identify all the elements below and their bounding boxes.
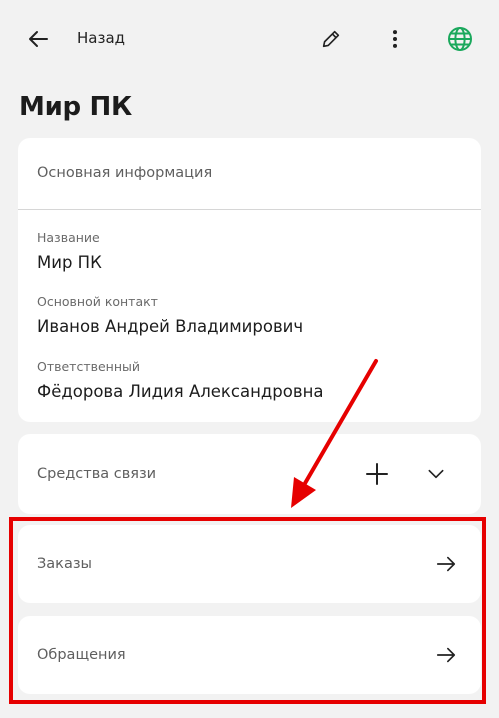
responsible-label: Ответственный	[37, 359, 141, 374]
orders-card[interactable]: Заказы	[18, 525, 481, 603]
page-title: Мир ПК	[19, 92, 132, 122]
divider	[18, 209, 481, 210]
globe-button[interactable]	[442, 21, 478, 57]
name-value: Мир ПК	[37, 253, 102, 272]
chevron-down-icon	[428, 469, 444, 479]
orders-open-button[interactable]	[433, 551, 459, 577]
contacts-card[interactable]: Средства связи	[18, 434, 481, 514]
back-label[interactable]: Назад	[77, 29, 125, 47]
orders-title: Заказы	[37, 556, 92, 572]
pencil-icon	[322, 30, 340, 48]
more-options-button[interactable]	[378, 22, 412, 56]
back-button[interactable]	[22, 22, 56, 56]
plus-icon	[366, 463, 388, 485]
arrow-right-icon	[436, 647, 456, 663]
more-vertical-icon	[392, 30, 398, 48]
responsible-value[interactable]: Фёдорова Лидия Александровна	[37, 382, 323, 401]
arrow-right-icon	[436, 556, 456, 572]
edit-button[interactable]	[314, 22, 348, 56]
main-contact-value[interactable]: Иванов Андрей Владимирович	[37, 317, 303, 336]
name-label: Название	[37, 230, 100, 245]
main-contact-label: Основной контакт	[37, 294, 158, 309]
back-arrow-icon	[29, 31, 48, 47]
appeals-open-button[interactable]	[433, 642, 459, 668]
top-bar: Назад	[0, 0, 499, 78]
main-info-card: Основная информация Название Мир ПК Осно…	[18, 138, 481, 422]
main-info-title: Основная информация	[37, 165, 213, 181]
add-contact-button[interactable]	[364, 461, 390, 487]
appeals-card[interactable]: Обращения	[18, 616, 481, 694]
globe-icon	[448, 27, 472, 51]
expand-contacts-button[interactable]	[423, 461, 449, 487]
appeals-title: Обращения	[37, 647, 126, 663]
contacts-title: Средства связи	[37, 466, 157, 482]
